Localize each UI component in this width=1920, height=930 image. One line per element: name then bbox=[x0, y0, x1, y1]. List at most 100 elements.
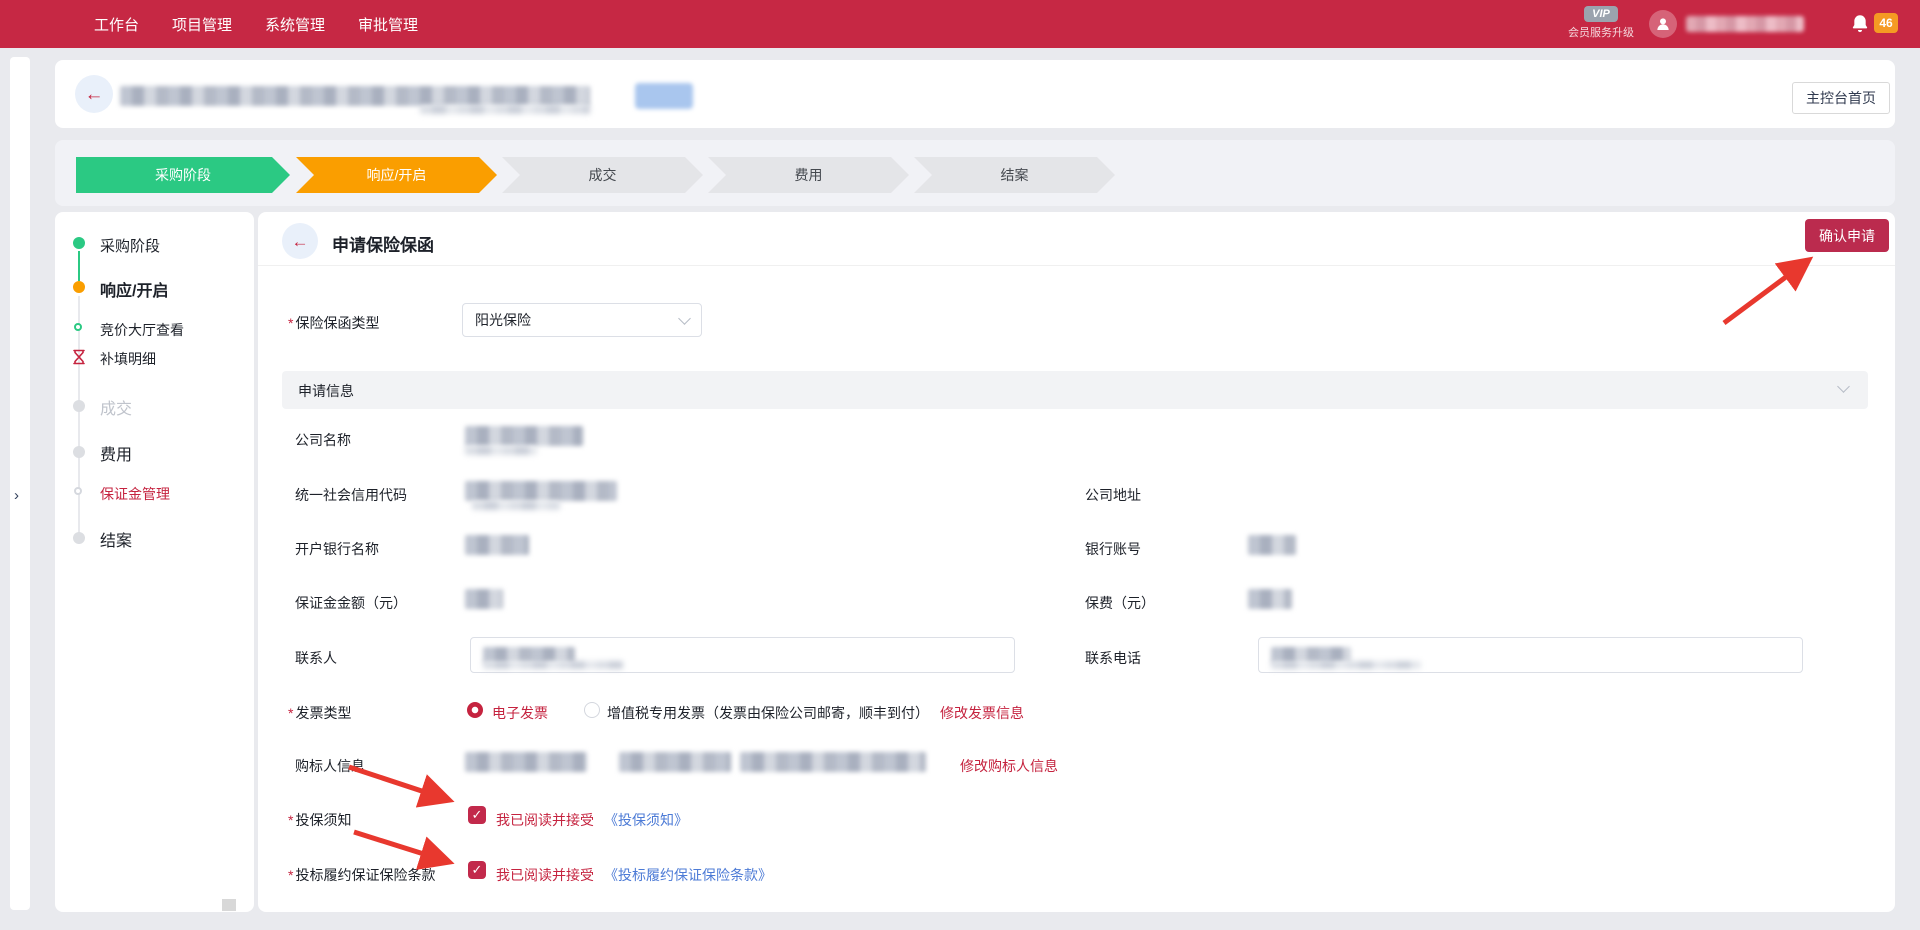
company-address-label: 公司地址 bbox=[1085, 485, 1141, 505]
nav-item-project-mgmt[interactable]: 项目管理 bbox=[172, 14, 232, 35]
buyer-name-redacted bbox=[465, 752, 587, 772]
buyer-phone-redacted bbox=[619, 752, 731, 772]
step-response-open[interactable]: 响应/开启 bbox=[296, 157, 497, 193]
clause-agree-text: 我已阅读并接受 bbox=[496, 865, 594, 885]
notice-checkbox[interactable]: ✓ bbox=[468, 806, 486, 824]
timeline-dot-fees bbox=[73, 446, 85, 458]
buyer-id-redacted bbox=[740, 752, 926, 772]
form-back-button[interactable]: ← bbox=[282, 223, 318, 259]
radio-einvoice-label[interactable]: 电子发票 bbox=[492, 703, 548, 723]
sidebar-item-bidding-hall[interactable]: 竞价大厅查看 bbox=[100, 320, 184, 340]
timeline-ring-bidding bbox=[74, 323, 82, 331]
contact-label: 联系人 bbox=[295, 648, 337, 668]
sidebar-item-deposit-mgmt[interactable]: 保证金管理 bbox=[100, 484, 170, 504]
section-title: 申请信息 bbox=[298, 381, 354, 401]
deposit-amount-label: 保证金金额（元） bbox=[295, 593, 407, 613]
credit-code-redacted bbox=[465, 481, 617, 501]
form-title: 申请保险保函 bbox=[332, 231, 434, 256]
step-fees[interactable]: 费用 bbox=[708, 157, 909, 193]
stage-sidebar: 采购阶段 响应/开启 竞价大厅查看 补填明细 成交 费用 保证金管理 结案 bbox=[55, 212, 254, 912]
page: 工作台 项目管理 系统管理 审批管理 VIP 会员服务升级 46 › ← 主控台… bbox=[0, 0, 1920, 930]
notice-label: *投保须知 bbox=[288, 810, 351, 830]
hourglass-icon bbox=[72, 349, 86, 365]
step-procurement[interactable]: 采购阶段 bbox=[76, 157, 290, 193]
required-asterisk: * bbox=[288, 867, 293, 883]
company-name-redacted bbox=[465, 426, 583, 446]
avatar[interactable] bbox=[1649, 10, 1677, 38]
nav-item-workbench[interactable]: 工作台 bbox=[94, 14, 139, 35]
radio-vat-invoice[interactable] bbox=[584, 702, 600, 718]
modify-buyer-link[interactable]: 修改购标人信息 bbox=[960, 756, 1058, 776]
back-arrow-icon: ← bbox=[85, 85, 104, 104]
top-navbar: 工作台 项目管理 系统管理 审批管理 VIP 会员服务升级 46 bbox=[0, 0, 1920, 48]
notification-count-badge: 46 bbox=[1874, 13, 1898, 33]
panel-collapse-strip: › bbox=[10, 57, 30, 910]
timeline-dot-done bbox=[73, 237, 85, 249]
sidebar-item-closing[interactable]: 结案 bbox=[100, 527, 132, 551]
sidebar-item-fill-details[interactable]: 补填明细 bbox=[100, 349, 156, 369]
notice-doc-link[interactable]: 《投保须知》 bbox=[604, 810, 688, 830]
scrollbar-thumb[interactable] bbox=[222, 899, 236, 911]
notification-bell-icon[interactable] bbox=[1849, 13, 1871, 35]
vip-icon: VIP bbox=[1584, 6, 1618, 22]
sidebar-item-response-open[interactable]: 响应/开启 bbox=[100, 277, 168, 301]
confirm-apply-button[interactable]: 确认申请 bbox=[1805, 219, 1889, 252]
bank-name-label: 开户银行名称 bbox=[295, 539, 379, 559]
chevron-down-icon bbox=[1837, 380, 1850, 393]
radio-einvoice[interactable] bbox=[467, 702, 483, 718]
timeline-connector bbox=[78, 296, 80, 544]
timeline-ring-deposit bbox=[74, 487, 82, 495]
chevron-down-icon bbox=[678, 312, 691, 325]
project-subtitle-redacted bbox=[420, 105, 590, 114]
check-icon: ✓ bbox=[472, 807, 483, 823]
console-home-button[interactable]: 主控台首页 bbox=[1792, 82, 1890, 114]
header-back-button[interactable]: ← bbox=[75, 75, 113, 113]
vip-upgrade[interactable]: VIP 会员服务升级 bbox=[1558, 4, 1644, 40]
step-deal[interactable]: 成交 bbox=[502, 157, 703, 193]
deposit-amount-redacted bbox=[465, 589, 503, 609]
company-name-label: 公司名称 bbox=[295, 430, 351, 450]
sidebar-item-procurement[interactable]: 采购阶段 bbox=[100, 235, 160, 256]
status-tag-redacted bbox=[635, 83, 693, 109]
contact-input[interactable] bbox=[470, 637, 1015, 673]
vip-caption: 会员服务升级 bbox=[1558, 24, 1644, 40]
back-arrow-icon: ← bbox=[292, 233, 309, 250]
timeline-dot-active bbox=[73, 281, 85, 293]
modify-invoice-link[interactable]: 修改发票信息 bbox=[940, 703, 1024, 723]
company-name-redacted2 bbox=[465, 446, 537, 455]
contact-phone-input[interactable] bbox=[1258, 637, 1803, 673]
contact-phone-label: 联系电话 bbox=[1085, 648, 1141, 668]
expand-panel-icon[interactable]: › bbox=[14, 487, 19, 504]
invoice-type-label: *发票类型 bbox=[288, 703, 351, 723]
application-info-section-header[interactable]: 申请信息 bbox=[282, 371, 1868, 409]
bank-account-redacted bbox=[1248, 535, 1296, 555]
step-closing[interactable]: 结案 bbox=[914, 157, 1115, 193]
nav-menu: 工作台 项目管理 系统管理 审批管理 bbox=[94, 0, 418, 48]
required-asterisk: * bbox=[288, 315, 293, 331]
credit-code-label: 统一社会信用代码 bbox=[295, 485, 407, 505]
insurance-type-label: *保险保函类型 bbox=[288, 313, 379, 333]
page-header-card: ← 主控台首页 bbox=[55, 60, 1895, 128]
insurance-application-panel: ← 申请保险保函 确认申请 *保险保函类型 阳光保险 申请信息 公司名称 统一社… bbox=[258, 212, 1895, 912]
divider bbox=[258, 265, 1895, 266]
required-asterisk: * bbox=[288, 705, 293, 721]
bank-name-redacted bbox=[465, 535, 529, 555]
premium-redacted bbox=[1248, 589, 1292, 609]
sidebar-item-deal[interactable]: 成交 bbox=[100, 395, 132, 419]
insurance-type-select[interactable]: 阳光保险 bbox=[462, 303, 702, 337]
phone-value-redacted2 bbox=[1271, 661, 1421, 669]
clause-doc-link[interactable]: 《投标履约保证保险条款》 bbox=[604, 865, 772, 885]
clause-checkbox[interactable]: ✓ bbox=[468, 861, 486, 879]
nav-item-system-mgmt[interactable]: 系统管理 bbox=[265, 14, 325, 35]
nav-item-approval-mgmt[interactable]: 审批管理 bbox=[358, 14, 418, 35]
timeline-connector-done bbox=[78, 251, 80, 281]
insurance-type-value: 阳光保险 bbox=[475, 310, 531, 330]
username-redacted bbox=[1686, 16, 1804, 32]
timeline-dot-deal bbox=[73, 400, 85, 412]
check-icon: ✓ bbox=[472, 862, 483, 878]
timeline-dot-closing bbox=[73, 532, 85, 544]
radio-vat-invoice-label[interactable]: 增值税专用发票（发票由保险公司邮寄，顺丰到付） bbox=[607, 703, 929, 723]
bank-account-label: 银行账号 bbox=[1085, 539, 1141, 559]
user-icon bbox=[1654, 15, 1672, 33]
sidebar-item-fees[interactable]: 费用 bbox=[100, 441, 132, 465]
